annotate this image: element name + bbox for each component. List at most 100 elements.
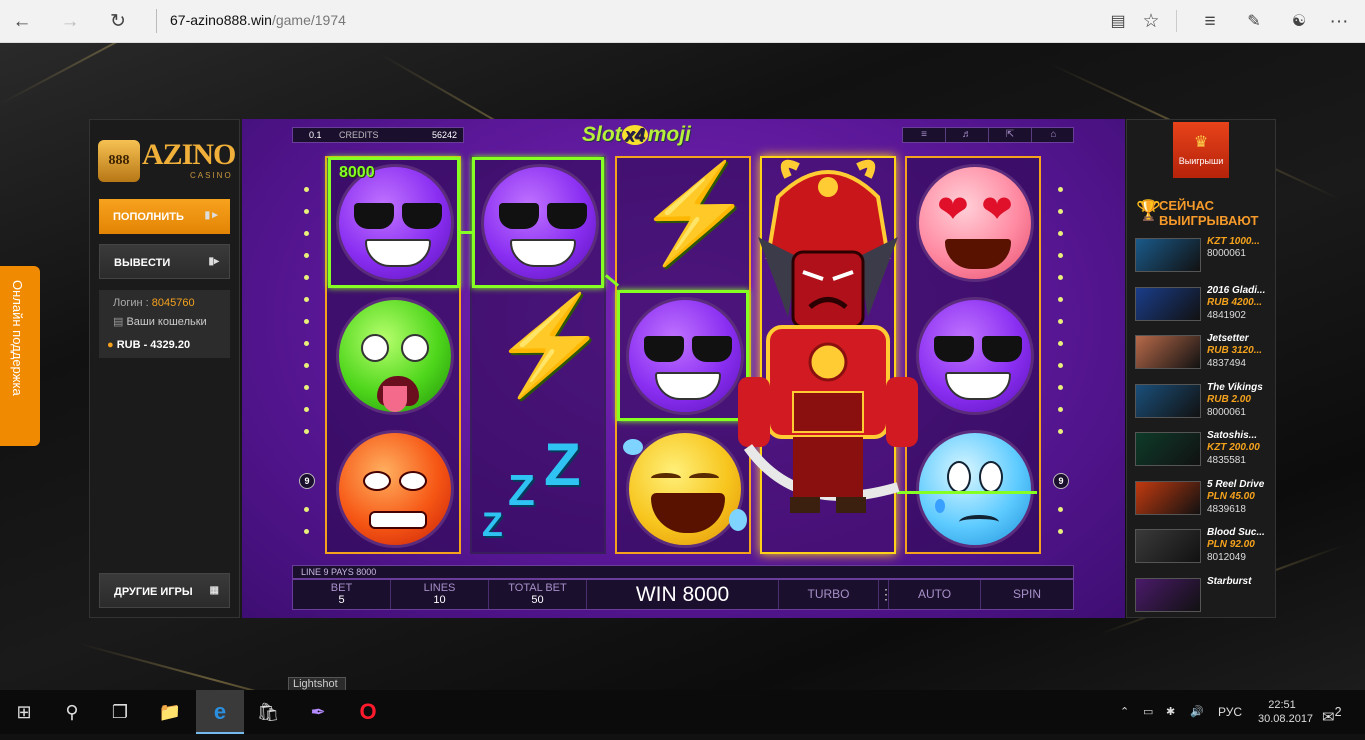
lightshot-icon[interactable]: ✒ <box>294 690 342 734</box>
winner-item[interactable]: Starburst <box>1135 576 1271 616</box>
more-vertical-icon[interactable]: ⋮ <box>879 580 893 609</box>
more-icon[interactable]: ··· <box>1327 10 1351 34</box>
notification-count: 2 <box>1334 705 1342 719</box>
winner-id: 8000061 <box>1207 248 1246 259</box>
opera-icon[interactable]: O <box>344 690 392 734</box>
winner-item[interactable]: Jetsetter RUB 3120... 4837494 <box>1135 333 1271 373</box>
menu-icon[interactable]: ≡ <box>903 128 946 142</box>
task-view-icon[interactable]: ❐ <box>96 690 144 734</box>
winner-item[interactable]: Satoshis... KZT 200.00 4835581 <box>1135 430 1271 470</box>
winnings-badge[interactable]: ♛ Выигрыши <box>1173 122 1229 178</box>
back-arrow-icon[interactable]: ← <box>10 10 34 34</box>
bet-control[interactable]: BET 5 <box>293 580 391 609</box>
favorite-star-icon[interactable]: ☆ <box>1139 10 1163 34</box>
line-badge-right: 9 <box>1053 473 1069 489</box>
withdraw-button[interactable]: ВЫВЕСТИ ▮▸ <box>99 244 230 279</box>
laughing-emoji-symbol <box>623 430 747 548</box>
battery-icon[interactable]: ▭ <box>1143 690 1153 734</box>
fullscreen-icon[interactable]: ⇱ <box>989 128 1032 142</box>
forward-arrow-icon[interactable]: → <box>58 10 82 34</box>
winner-game-name: Blood Suc... <box>1207 527 1265 538</box>
bet-label: BET <box>330 582 353 594</box>
win-amount-label: 8000 <box>339 164 375 181</box>
winner-item[interactable]: 2016 Gladi... RUB 4200... 4841902 <box>1135 285 1271 325</box>
crown-icon: ♛ <box>1193 134 1209 151</box>
logo-mark: 888 <box>98 140 140 182</box>
bet-value: 5 <box>338 594 345 606</box>
now-winning-heading: СЕЙЧАС ВЫИГРЫВАЮТ <box>1159 198 1258 228</box>
windows-start-icon[interactable]: ⊞ <box>0 690 48 734</box>
address-bar[interactable]: 67-azino888.win/game/1974 <box>170 12 346 28</box>
sound-icon[interactable]: ♬ <box>946 128 989 142</box>
cool-emoji-symbol <box>916 297 1034 415</box>
win-message: LINE 9 PAYS 8000 <box>292 565 1074 579</box>
payline <box>897 491 1037 494</box>
winner-game-name: 5 Reel Drive <box>1207 478 1265 490</box>
wallet-icon: ▮▸ <box>208 256 219 267</box>
wallets-link[interactable]: ▤ Ваши кошельки <box>113 315 207 328</box>
credits-label: CREDITS <box>339 130 379 140</box>
language-indicator[interactable]: РУС <box>1218 690 1242 734</box>
azino-logo[interactable]: 888 AZINO CASINO <box>98 138 236 186</box>
balance-value: RUB - 4329.20 <box>116 339 191 351</box>
winner-amount: PLN 92.00 <box>1207 539 1255 550</box>
online-support-tab[interactable]: Онлайн поддержка <box>0 266 40 446</box>
hub-icon[interactable]: ≡ <box>1198 10 1222 34</box>
total-bet-display: TOTAL BET 50 <box>489 580 587 609</box>
show-hidden-icons[interactable]: ⌃ <box>1120 690 1129 734</box>
lines-control[interactable]: LINES 10 <box>391 580 489 609</box>
balance-row[interactable]: ● RUB - 4329.20 <box>107 339 190 351</box>
heart-eyes-emoji-symbol: ❤ ❤ <box>916 164 1034 282</box>
search-icon[interactable]: ⚲ <box>48 690 96 734</box>
wallet-icon: ▤ <box>113 316 127 328</box>
winner-item[interactable]: Blood Suc... PLN 92.00 8012049 <box>1135 527 1271 567</box>
title-left: Slot <box>582 123 622 146</box>
game-thumbnail <box>1135 432 1201 466</box>
win-display: WIN 8000 <box>587 580 779 609</box>
winner-id: 8012049 <box>1207 552 1246 563</box>
store-icon[interactable]: 🛍 <box>244 690 292 734</box>
account-info: Логин : 8045760 ▤ Ваши кошельки ● RUB - … <box>99 290 230 358</box>
game-toolbar: ≡ ♬ ⇱ ⌂ <box>902 127 1074 143</box>
winner-item[interactable]: KZT 1000... 8000061 <box>1135 236 1271 276</box>
game-thumbnail <box>1135 238 1201 272</box>
support-label: Онлайн поддержка <box>10 280 25 396</box>
winner-item[interactable]: The Vikings RUB 2.00 8000061 <box>1135 382 1271 422</box>
auto-button[interactable]: AUTO <box>889 580 981 609</box>
volume-icon[interactable]: 🔊 <box>1190 690 1204 734</box>
winner-id: 4835581 <box>1207 455 1246 466</box>
winner-game-name: The Vikings <box>1207 381 1263 393</box>
spin-button[interactable]: SPIN <box>981 580 1073 609</box>
winner-game-name: KZT 1000... <box>1207 236 1260 247</box>
login-label: Логин : <box>113 297 149 309</box>
web-note-icon[interactable]: ✎ <box>1242 10 1266 34</box>
network-icon[interactable]: ✱ <box>1166 690 1175 734</box>
bet-value: 0.1 <box>309 130 322 140</box>
balance-dot-icon: ● <box>107 339 117 351</box>
reel-5: ❤ ❤ <box>905 156 1041 554</box>
total-bet-label: TOTAL BET <box>508 582 567 594</box>
reading-view-icon[interactable]: ▤ <box>1106 10 1130 34</box>
file-explorer-icon[interactable]: 📁 <box>146 690 194 734</box>
other-games-button[interactable]: ДРУГИЕ ИГРЫ ▦ <box>99 573 230 608</box>
lightning-bolt-symbol: ⚡ <box>635 160 755 267</box>
winner-id: 8000061 <box>1207 406 1246 418</box>
edge-browser-icon[interactable]: e <box>196 690 244 734</box>
windows-taskbar: ⊞ ⚲ ❐ 📁 e 🛍 ✒ O ⌃ ▭ ✱ 🔊 РУС 22:51 30.08.2… <box>0 690 1365 734</box>
share-icon[interactable]: ☯ <box>1287 10 1311 34</box>
winner-item[interactable]: 5 Reel Drive PLN 45.00 4839618 <box>1135 479 1271 519</box>
winner-game-name: Jetsetter <box>1207 333 1249 344</box>
winner-amount: RUB 2.00 <box>1207 393 1251 405</box>
deposit-label: ПОПОЛНИТЬ <box>113 211 184 223</box>
refresh-icon[interactable]: ↻ <box>106 10 130 34</box>
deposit-button[interactable]: ПОПОЛНИТЬ ▮► <box>99 199 230 234</box>
credits-strip: 0.1 CREDITS 56242 <box>292 127 464 143</box>
clock-time: 22:51 <box>1268 699 1296 711</box>
divider <box>1176 10 1177 32</box>
sad-emoji-symbol <box>916 430 1034 548</box>
game-thumbnail <box>1135 480 1201 515</box>
home-icon[interactable]: ⌂ <box>1032 128 1075 142</box>
turbo-button[interactable]: TURBO <box>779 580 879 609</box>
clock[interactable]: 22:51 30.08.2017 <box>1258 690 1313 734</box>
action-center-icon[interactable]: ✉2 <box>1322 690 1342 734</box>
